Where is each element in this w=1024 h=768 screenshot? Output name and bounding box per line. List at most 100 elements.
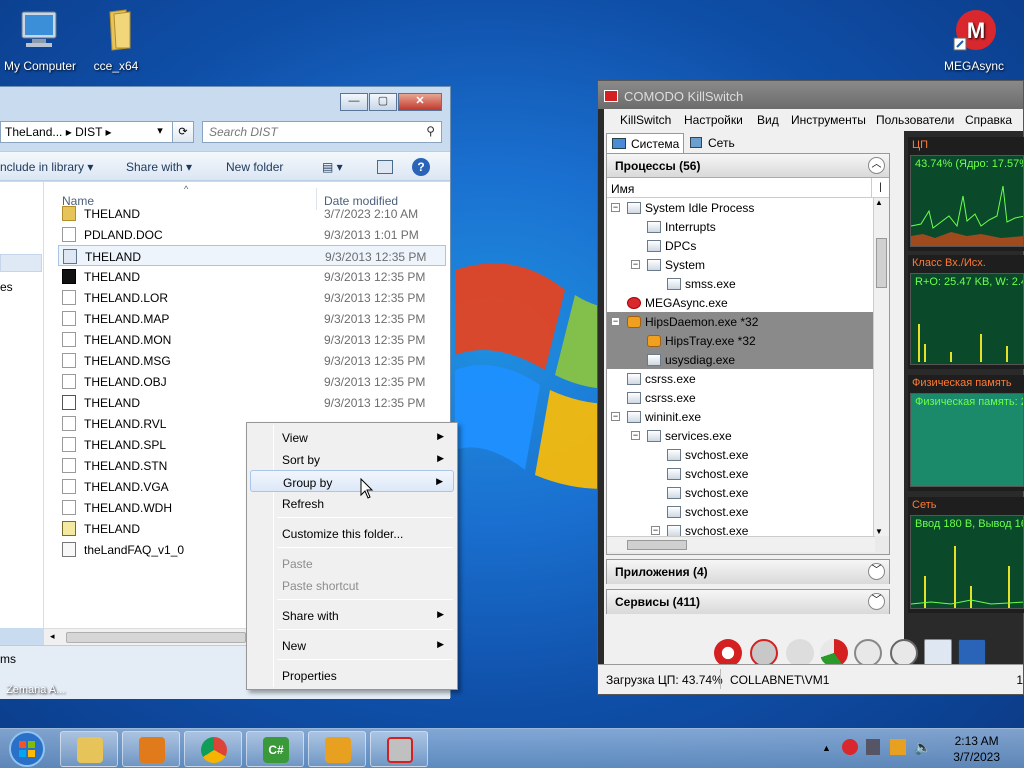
scroll-up-icon[interactable]: ▲ [875,198,883,207]
menu-item-sort-by[interactable]: Sort by ▶ [250,448,454,470]
menu-item-group-by[interactable]: Group by ▶ [250,470,454,492]
preview-pane-icon[interactable] [377,160,393,174]
search-tool-icon[interactable] [854,639,882,667]
menu-help[interactable]: Справка [965,113,1012,127]
help-icon[interactable]: ? [412,158,430,176]
show-hidden-icons[interactable]: ▲ [822,743,831,753]
view-options-icon[interactable]: ▤ ▾ [322,160,343,174]
hips-tray-icon[interactable] [890,739,906,755]
tree-toggle-icon[interactable]: − [611,412,620,421]
process-row[interactable]: svchost.exe [667,467,748,486]
file-row[interactable]: PDLAND.DOC 9/3/2013 1:01 PM [58,224,446,245]
search-input[interactable]: Search DIST ⚲ [202,121,442,143]
taskbar-killswitch[interactable] [370,731,428,767]
taskbar-explorer[interactable] [60,731,118,767]
volume-icon[interactable]: 🔈 [914,739,931,756]
process-hscrollbar[interactable] [607,536,875,552]
scroll-down-icon[interactable]: ▼ [875,527,883,536]
taskbar-media-player[interactable] [122,731,180,767]
network-tray-icon[interactable] [866,739,880,755]
menu-item-customize[interactable]: Customize this folder... [250,522,454,544]
address-dropdown-icon[interactable]: ▾ [150,121,170,143]
killswitch-tool-icon[interactable] [714,639,742,667]
process-row[interactable]: svchost.exe [667,448,748,467]
menu-settings[interactable]: Настройки [684,113,743,127]
scroll-thumb[interactable] [66,632,246,643]
scroll-left-icon[interactable]: ◂ [50,631,55,642]
process-row[interactable]: − System Idle Process [611,201,754,220]
tree-toggle-icon[interactable]: − [631,260,640,269]
tree-toggle-icon[interactable]: − [611,317,620,326]
desktop-icon-my-computer[interactable]: My Computer [0,8,80,73]
window-tool-icon[interactable] [924,639,952,667]
menu-killswitch[interactable]: KillSwitch [620,113,671,127]
inspect-tool-icon[interactable] [890,639,918,667]
column-resize-handle[interactable]: | [871,178,889,198]
tree-toggle-icon[interactable]: − [611,203,620,212]
file-row[interactable]: THELAND.MAP 9/3/2013 12:35 PM [58,308,446,329]
taskbar-chrome[interactable] [184,731,242,767]
menu-tools[interactable]: Инструменты [791,113,866,127]
process-row[interactable]: − services.exe [631,429,732,448]
process-row[interactable]: − System [631,258,705,277]
process-row[interactable]: DPCs [647,239,696,258]
breadcrumb-part[interactable]: TheLand... [5,125,62,139]
process-row[interactable]: − wininit.exe [611,410,701,429]
megasync-tray-icon[interactable] [842,739,858,755]
monitor-tool-icon[interactable] [958,639,986,667]
services-panel[interactable]: Сервисы (411) ﹀ [606,589,890,614]
tools-icon[interactable] [786,639,814,667]
file-row[interactable]: THELAND 9/3/2013 12:35 PM [58,392,446,413]
name-column-header[interactable]: Имя | [607,178,889,198]
menu-item-view[interactable]: View ▶ [250,426,454,448]
processes-header[interactable]: Процессы (56) ︿ [607,154,889,178]
minimize-button[interactable]: — [340,93,368,111]
nav-item-selected[interactable] [0,254,42,272]
file-row[interactable]: THELAND 9/3/2013 12:35 PM [58,245,446,266]
file-row[interactable]: THELAND.OBJ 9/3/2013 12:35 PM [58,371,446,392]
taskbar-hips[interactable] [308,731,366,767]
process-row[interactable]: csrss.exe [627,391,696,410]
close-button[interactable]: ✕ [398,93,442,111]
file-row[interactable]: THELAND 3/7/2023 2:10 AM [58,203,446,224]
scroll-thumb[interactable] [627,540,687,550]
refresh-button[interactable]: ⟳ [172,121,194,143]
menu-item-properties[interactable]: Properties [250,664,454,686]
menu-users[interactable]: Пользователи [876,113,954,127]
process-row[interactable]: smss.exe [667,277,736,296]
include-in-library-button[interactable]: nclude in library ▾ [0,160,93,174]
share-with-button[interactable]: Share with ▾ [126,160,192,174]
file-row[interactable]: THELAND.MSG 9/3/2013 12:35 PM [58,350,446,371]
maximize-button[interactable]: ▢ [369,93,397,111]
tab-system[interactable]: Система [606,133,685,153]
restart-tool-icon[interactable] [750,639,778,667]
clock[interactable]: 2:13 AM 3/7/2023 [953,733,1000,765]
new-folder-button[interactable]: New folder [226,160,283,174]
process-row[interactable]: usysdiag.exe [647,353,735,372]
breadcrumb-part[interactable]: DIST [75,125,102,139]
menu-item-refresh[interactable]: Refresh [250,492,454,514]
start-button[interactable] [2,729,52,768]
vertical-scrollbar[interactable]: ▲ ▼ [873,198,889,536]
process-row[interactable]: − svchost.exe [651,524,748,536]
process-row[interactable]: Interrupts [647,220,716,239]
expand-icon[interactable]: ﹀ [868,593,885,610]
nav-item-label[interactable]: es [0,280,13,294]
expand-icon[interactable]: ﹀ [868,563,885,580]
tree-toggle-icon[interactable]: − [631,431,640,440]
process-row[interactable]: csrss.exe [627,372,696,391]
collapse-icon[interactable]: ︿ [868,157,885,174]
file-row[interactable]: THELAND.MON 9/3/2013 12:35 PM [58,329,446,350]
desktop-icon-megasync[interactable]: M MEGAsync [934,8,1014,73]
menu-item-new[interactable]: New ▶ [250,634,454,656]
menu-item-share-with[interactable]: Share with ▶ [250,604,454,626]
desktop-icon-label[interactable]: Zemana A... [6,684,65,696]
pie-chart-icon[interactable] [820,639,848,667]
scroll-thumb[interactable] [876,238,887,288]
process-row[interactable]: svchost.exe [667,486,748,505]
apps-panel[interactable]: Приложения (4) ﹀ [606,559,890,584]
desktop-icon-cce[interactable]: cce_x64 [76,8,156,73]
menu-view[interactable]: Вид [757,113,779,127]
file-row[interactable]: THELAND 9/3/2013 12:35 PM [58,266,446,287]
process-row[interactable]: svchost.exe [667,505,748,524]
